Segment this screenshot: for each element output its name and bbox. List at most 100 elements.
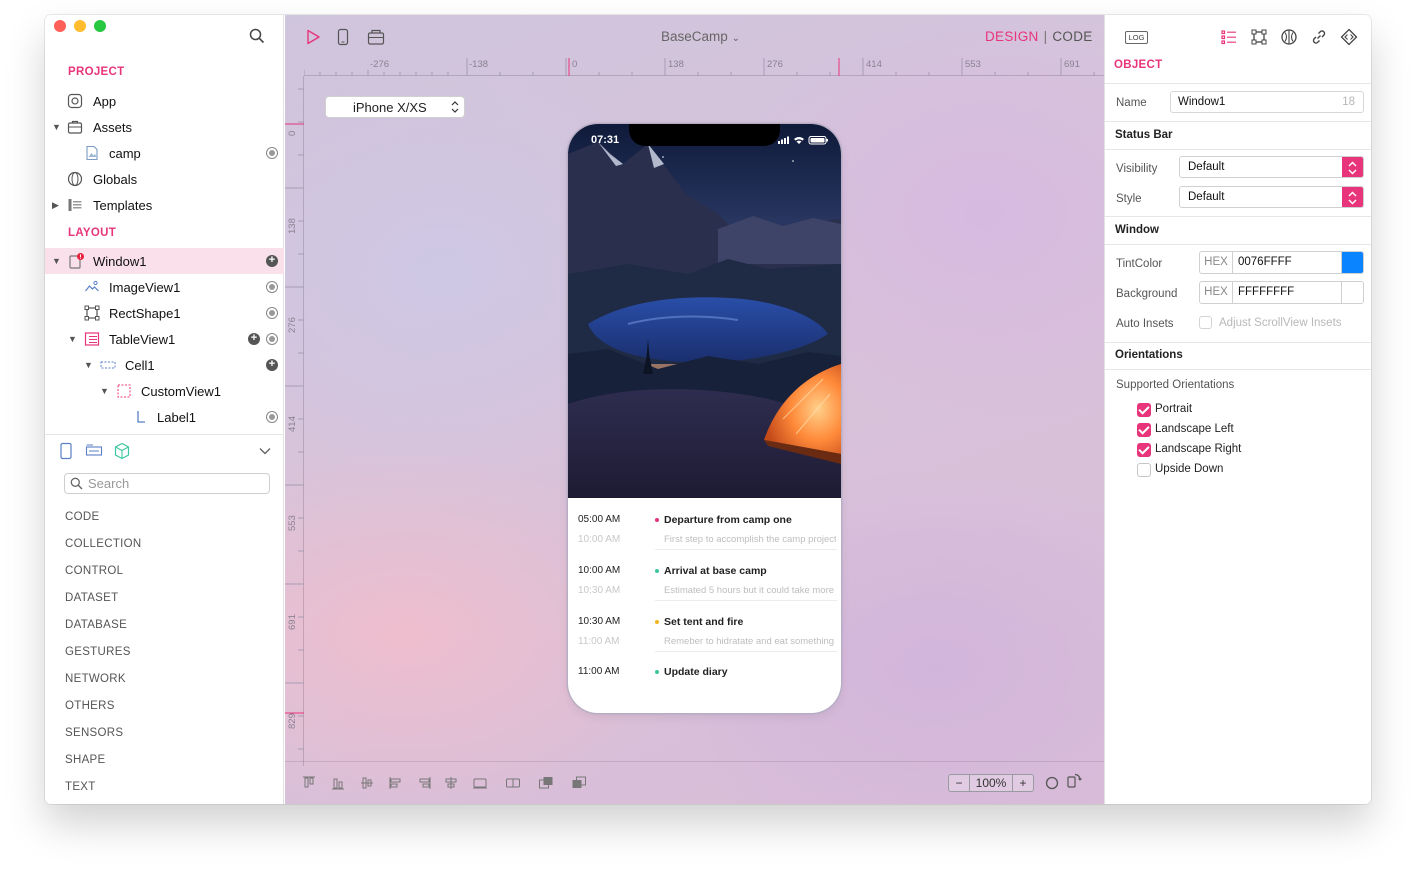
library-category-shape[interactable]: SHAPE <box>65 754 106 766</box>
tree-item-globals[interactable]: Globals <box>45 166 284 192</box>
search-icon[interactable] <box>249 28 265 44</box>
style-select[interactable]: Default <box>1179 186 1364 208</box>
link-icon[interactable] <box>1310 28 1328 46</box>
library-category-code[interactable]: CODE <box>65 511 99 523</box>
rotate-device-icon[interactable] <box>1066 772 1082 788</box>
visibility-toggle[interactable] <box>266 411 278 423</box>
align-bottom-icon[interactable] <box>330 775 346 791</box>
tintcolor-swatch[interactable] <box>1341 252 1363 273</box>
align-center-vertical-icon[interactable] <box>359 775 375 791</box>
library-category-gestures[interactable]: GESTURES <box>65 646 131 658</box>
checkbox-checked[interactable] <box>1137 423 1151 437</box>
align-left-icon[interactable] <box>388 775 404 791</box>
tree-item-customview1[interactable]: ▼ CustomView1 <box>45 378 284 404</box>
play-icon[interactable] <box>304 28 322 46</box>
library-category-dataset[interactable]: DATASET <box>65 592 118 604</box>
phone-preview-icon[interactable] <box>334 28 352 46</box>
timeline-row[interactable]: 11:00 AM Update diary <box>568 660 841 706</box>
code-mode-tab[interactable]: CODE <box>1052 29 1092 44</box>
orientation-label: Landscape Left <box>1155 423 1234 435</box>
simulator-icon[interactable] <box>367 28 385 46</box>
tree-item-label1[interactable]: Label1 <box>45 404 284 430</box>
zoom-out-button[interactable]: − <box>949 775 969 791</box>
library-category-text[interactable]: TEXT <box>65 781 96 793</box>
tintcolor-field[interactable]: HEX 0076FFFF <box>1199 251 1364 274</box>
align-top-icon[interactable] <box>301 775 317 791</box>
layout-section-title: LAYOUT <box>68 227 117 239</box>
visibility-toggle[interactable] <box>266 333 278 345</box>
background-field[interactable]: HEX FFFFFFFF <box>1199 281 1364 304</box>
checkbox-checked[interactable] <box>1137 443 1151 457</box>
visibility-select[interactable]: Default <box>1179 156 1364 178</box>
disclosure-open-icon[interactable]: ▼ <box>84 360 93 370</box>
zoom-in-button[interactable]: + <box>1013 775 1033 791</box>
library-category-others[interactable]: OTHERS <box>65 700 115 712</box>
timeline-row[interactable]: 10:00 AM 10:30 AM Arrival at base camp E… <box>568 559 841 605</box>
cube-tab-icon[interactable] <box>113 442 131 460</box>
device-select[interactable]: iPhone X/XS <box>325 96 465 118</box>
align-right-icon[interactable] <box>416 775 432 791</box>
row-divider <box>655 549 837 550</box>
timeline-row[interactable]: 10:30 AM 11:00 AM Set tent and fire Reme… <box>568 610 841 656</box>
row-divider <box>655 600 837 601</box>
ruler-label: 414 <box>866 59 882 70</box>
design-canvas[interactable]: BaseCamp ⌄ DESIGN | CODE -276 -138 0 138… <box>285 15 1104 804</box>
tree-item-label: Globals <box>93 171 138 187</box>
device-tab-icon[interactable] <box>57 442 75 460</box>
tree-item-cell1[interactable]: ▼ Cell1 + <box>45 352 284 378</box>
tree-item-rectshape1[interactable]: RectShape1 <box>45 300 284 326</box>
shield-icon[interactable] <box>1280 28 1298 46</box>
library-category-database[interactable]: DATABASE <box>65 619 127 631</box>
adjust-insets-checkbox[interactable] <box>1199 316 1212 329</box>
add-child-button[interactable]: + <box>266 255 278 267</box>
distribute-icon[interactable] <box>472 775 488 791</box>
frame-icon[interactable] <box>1250 28 1268 46</box>
code-diamond-icon[interactable] <box>1340 28 1358 46</box>
tree-item-assets[interactable]: ▼ Assets <box>45 114 284 140</box>
background-swatch[interactable] <box>1341 282 1363 303</box>
design-mode-tab[interactable]: DESIGN <box>985 29 1039 44</box>
visibility-toggle[interactable] <box>266 307 278 319</box>
list-properties-icon[interactable] <box>1220 28 1238 46</box>
tree-item-templates[interactable]: ▶ Templates <box>45 192 284 218</box>
disclosure-open-icon[interactable]: ▼ <box>52 256 61 266</box>
library-category-sensors[interactable]: SENSORS <box>65 727 123 739</box>
library-category-network[interactable]: NETWORK <box>65 673 126 685</box>
disclosure-closed-icon[interactable]: ▶ <box>52 200 59 211</box>
ruler-label: 276 <box>287 317 298 333</box>
disclosure-open-icon[interactable]: ▼ <box>52 122 61 132</box>
chevron-down-icon[interactable] <box>258 444 272 458</box>
visibility-toggle[interactable] <box>266 281 278 293</box>
name-field[interactable]: Window1 18 <box>1170 91 1364 113</box>
add-child-button[interactable]: + <box>248 333 260 345</box>
zoom-window-button[interactable] <box>94 20 106 32</box>
tree-item-imageview1[interactable]: ImageView1 <box>45 274 284 300</box>
tree-item-camp[interactable]: camp <box>45 140 284 166</box>
disclosure-open-icon[interactable]: ▼ <box>100 386 109 396</box>
components-tab-icon[interactable] <box>85 442 103 460</box>
checkbox-checked[interactable] <box>1137 403 1151 417</box>
send-backward-icon[interactable] <box>571 775 587 791</box>
tree-item-app[interactable]: App <box>45 88 284 114</box>
checkbox-unchecked[interactable] <box>1137 463 1151 477</box>
bring-forward-icon[interactable] <box>538 775 554 791</box>
project-title-menu[interactable]: BaseCamp ⌄ <box>661 29 740 44</box>
group-icon[interactable] <box>505 775 521 791</box>
fit-zoom-icon[interactable] <box>1044 775 1060 791</box>
close-window-button[interactable] <box>54 20 66 32</box>
tree-item-window1[interactable]: ▼ Window1 + <box>45 248 284 274</box>
library-category-collection[interactable]: COLLECTION <box>65 538 142 550</box>
disclosure-open-icon[interactable]: ▼ <box>68 334 77 344</box>
timeline-row[interactable]: 05:00 AM 10:00 AM Departure from camp on… <box>568 508 841 554</box>
visibility-toggle[interactable] <box>266 147 278 159</box>
hex-label: HEX <box>1200 282 1233 303</box>
log-button[interactable]: LOG <box>1125 31 1148 44</box>
align-center-horizontal-icon[interactable] <box>443 775 459 791</box>
add-child-button[interactable]: + <box>266 359 278 371</box>
zoom-level[interactable]: 100% <box>969 775 1013 791</box>
library-category-control[interactable]: CONTROL <box>65 565 123 577</box>
search-input[interactable] <box>88 475 264 492</box>
phone-preview[interactable]: 07:31 05:00 AM 10:00 AM Departure from c… <box>568 124 841 713</box>
minimize-window-button[interactable] <box>74 20 86 32</box>
tree-item-tableview1[interactable]: ▼ TableView1 + <box>45 326 284 352</box>
